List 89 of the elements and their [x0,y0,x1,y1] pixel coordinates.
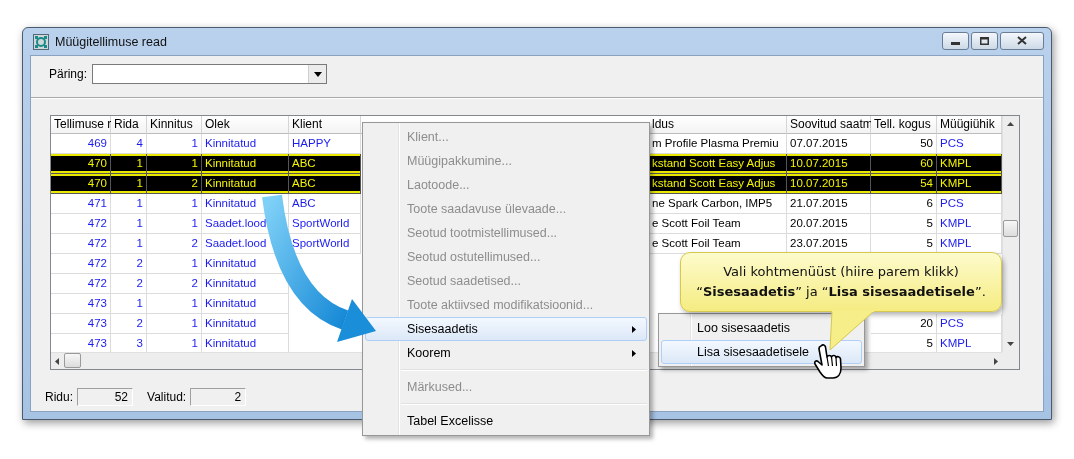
menu-item[interactable]: Loo sisesaadetis [661,316,862,340]
table-cell: 471 [51,194,111,214]
close-button[interactable] [1000,31,1044,50]
table-cell: ABC [289,174,361,194]
table-cell: 1 [147,214,202,234]
table-cell: 54 [871,174,937,194]
scroll-left-icon [55,357,59,365]
column-header[interactable]: Olek [202,116,289,134]
callout-text: Vali kohtmenüüst (hiire parem klikk) “Sisesaadetis” ja “Lisa sisesaadetisele”. [696,263,986,301]
table-cell: 470 [51,174,111,194]
menu-item[interactable]: Koorem [365,341,647,365]
window-title: Müügitellimuse read [55,34,168,49]
table-cell: Kinnitatud [202,174,289,194]
table-cell: Saadet.lood [202,214,289,234]
table-cell: 1 [111,294,147,314]
table-cell: Kinnitatud [202,274,289,294]
maximize-icon [980,36,989,45]
scroll-right-icon [994,357,998,365]
table-cell: 472 [51,274,111,294]
menu-item[interactable]: Sisesaadetis [365,317,647,341]
table-cell: 6 [871,194,937,214]
column-header[interactable]: Klient [289,116,361,134]
table-cell: KMPL [937,154,1002,174]
table-cell: 10.07.2015 [787,154,871,174]
scroll-up-icon [1007,122,1014,126]
table-cell: 473 [51,294,111,314]
table-cell: Kinnitatud [202,254,289,274]
table-cell: ABC [289,194,361,214]
table-cell: 2 [111,314,147,334]
table-cell: 472 [51,214,111,234]
table-cell: 20.07.2015 [787,214,871,234]
table-cell: 5 [871,214,937,234]
table-cell: Kinnitatud [202,194,289,214]
table-cell: 472 [51,254,111,274]
query-dropdown[interactable] [92,64,328,84]
table-cell: 10.07.2015 [787,174,871,194]
table-cell: SportWorld [289,214,361,234]
table-cell: kstand Scott Easy Adjus [649,174,787,194]
table-cell: 473 [51,314,111,334]
submenu-arrow-icon [632,325,636,333]
table-cell: 1 [111,174,147,194]
table-cell: 2 [147,234,202,254]
menu-item[interactable]: Tabel Excelisse [365,409,647,433]
table-cell: 1 [111,234,147,254]
column-header[interactable]: ldus [649,116,787,134]
close-icon [1017,36,1027,45]
table-cell: 2 [147,174,202,194]
app-icon [33,33,49,50]
column-header[interactable]: Tellimuse r [51,116,111,134]
column-header[interactable]: Kinnitus [147,116,202,134]
table-cell: 472 [51,234,111,254]
table-cell: 1 [111,214,147,234]
table-cell: 1 [147,194,202,214]
column-header[interactable]: Müügiühik [937,116,1002,134]
table-cell: kstand Scott Easy Adjus [649,154,787,174]
scroll-down-icon [1007,342,1014,346]
status-label: Ridu: [45,390,73,404]
scroll-thumb[interactable] [1003,220,1018,237]
query-label: Päring: [49,67,88,81]
maximize-button[interactable] [971,31,998,50]
status-value: 52 [77,388,133,406]
table-cell: 1 [147,314,202,334]
table-cell: 21.07.2015 [787,194,871,214]
table-cell: KMPL [937,174,1002,194]
table-cell: Kinnitatud [202,314,289,334]
minimize-button[interactable] [942,31,969,50]
table-cell: 1 [147,254,202,274]
scroll-thumb[interactable] [64,353,81,368]
menu-item[interactable]: Lisa sisesaadetisele [661,340,862,364]
table-cell: 1 [147,294,202,314]
table-cell: 2 [111,254,147,274]
table-cell: 1 [111,154,147,174]
table-cell: Saadet.lood [202,234,289,254]
table-cell: 1 [111,194,147,214]
status-label: Valitud: [147,390,187,404]
table-cell: Kinnitatud [202,294,289,314]
table-cell: ABC [289,154,361,174]
table-cell: Kinnitatud [202,154,289,174]
table-cell: SportWorld [289,234,361,254]
table-cell: 2 [147,274,202,294]
submenu-arrow-icon [632,349,636,357]
column-header[interactable]: Rida [111,116,147,134]
table-cell: 2 [111,274,147,294]
caret-icon [313,71,322,77]
column-header[interactable]: Tell. kogus [871,116,937,134]
table-cell: 60 [871,154,937,174]
table-cell: 1 [147,154,202,174]
status-value: 2 [190,388,247,406]
table-cell: 470 [51,154,111,174]
